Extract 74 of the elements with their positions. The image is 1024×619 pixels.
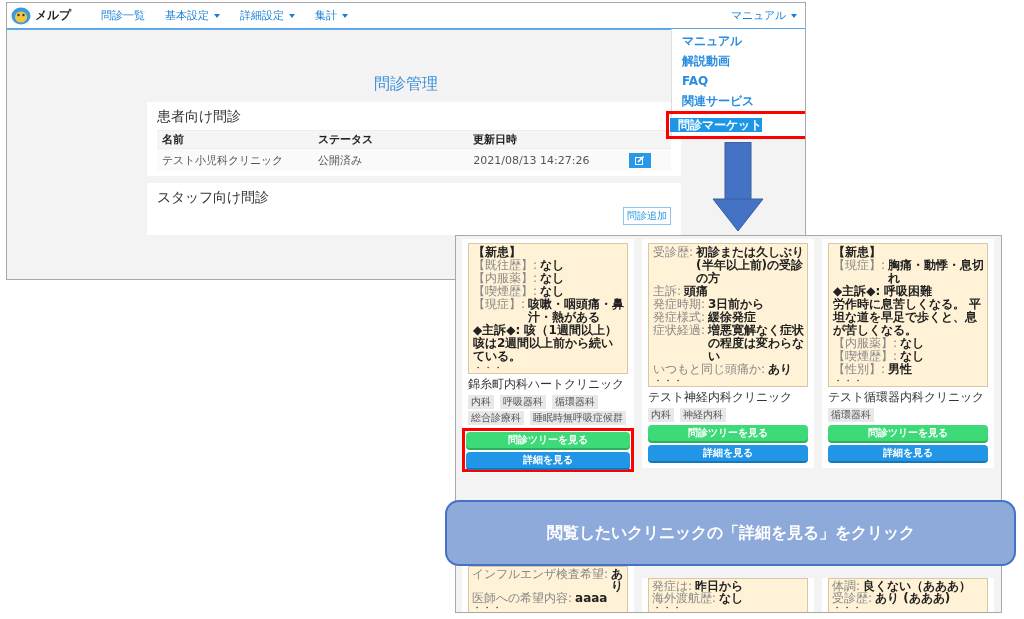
preview-line: 【内服薬】: なし [473, 272, 566, 285]
preview-line: いつもと同じ頭痛か: あり [653, 363, 794, 376]
tree-button[interactable]: 問診ツリーを見る [648, 425, 808, 441]
detail-button[interactable]: 詳細を見る [648, 445, 808, 461]
tree-button[interactable]: 問診ツリーを見る [828, 425, 988, 441]
preview-line: 咳は2週間以上前から続いている。 [473, 337, 615, 363]
preview-line: 【喫煙歴】: なし [833, 350, 926, 363]
tag: 循環器科 [552, 395, 598, 409]
add-button[interactable]: 問診追加 [623, 207, 671, 225]
preview-line: 医師への希望内容: aaaa [472, 592, 609, 604]
table-cell-text: 2021/08/13 14:27:26 [472, 153, 591, 167]
clinic-name: テスト循環器内科クリニック [828, 390, 985, 405]
column-header: 更新日時 [472, 132, 519, 147]
ellipsis: ・・・ [833, 376, 864, 386]
preview-line: ◆主訴◆: 呼吸困難 [833, 285, 934, 298]
preview-line: 発症様式: 緩徐発症 [653, 311, 757, 324]
menu-item[interactable]: 関連サービス [672, 91, 805, 111]
preview-line: 労作時に息苦しくなる。 平坦な道を早足で歩くと、息が苦しくなる。 [833, 298, 983, 337]
preview-line: 海外渡航歴: なし [652, 592, 745, 604]
nav-menu[interactable]: 詳細設定 [240, 8, 295, 23]
detail-button[interactable]: 詳細を見る [828, 445, 988, 461]
tag: 内科 [468, 395, 494, 409]
menu-item[interactable]: FAQ [672, 71, 805, 91]
preview-line: 【新患】 [833, 246, 882, 259]
preview-line: 受診歴: あり (あああ) [832, 592, 951, 604]
preview-line: 【現症】: 胸痛・動悸・息切れ [833, 259, 985, 285]
ellipsis: ・・・ [473, 363, 504, 373]
preview-line: 【現症】: 咳嗽・咽頭痛・鼻汁・熱がある [473, 298, 625, 324]
nav-menu[interactable]: マニュアル [731, 8, 797, 23]
ellipsis: ・・・ [472, 604, 503, 612]
preview-line: 症状経過: 増悪寛解なく症状の程度は変わらない [653, 324, 805, 363]
tag: 循環器科 [828, 408, 874, 422]
down-arrow-icon [712, 142, 764, 232]
brand-name: メルプ [35, 7, 71, 24]
section-title: スタッフ向け問診 [157, 189, 270, 207]
nav-menu[interactable]: 基本設定 [165, 8, 220, 23]
preview-line: 【新患】 [473, 246, 522, 259]
tag: 睡眠時無呼吸症候群 [530, 411, 626, 425]
section-title: 患者向け問診 [157, 108, 242, 126]
ellipsis: ・・・ [652, 604, 682, 612]
tag: 内科 [648, 408, 674, 422]
edit-button[interactable] [628, 152, 651, 168]
preview-line: 発症は: 昨日から [652, 580, 745, 592]
page-title: 問診管理 [374, 74, 438, 95]
detail-button[interactable]: 詳細を見る [466, 452, 630, 468]
callout-text: 閲覧したいクリニックの「詳細を見る」をクリック [546, 522, 915, 544]
menu-item[interactable]: 解説動画 [672, 51, 805, 71]
column-header: ステータス [316, 132, 374, 147]
clinic-name: 錦糸町内科ハートクリニック [468, 377, 625, 392]
nav-menu[interactable]: 集計 [315, 8, 348, 23]
logo-icon [11, 6, 31, 25]
tag: 総合診療科 [468, 411, 524, 425]
menu-item[interactable]: 問診マーケット [670, 118, 762, 132]
ellipsis: ・・・ [653, 376, 684, 386]
preview-line: 受診歴: 初診または久しぶり(半年以上前)の受診の方 [653, 246, 805, 285]
tag: 呼吸器科 [500, 395, 546, 409]
preview-line: 体調: 良くない（あああ） [832, 580, 973, 592]
ellipsis: ・・・ [832, 604, 862, 612]
pencil-icon [635, 155, 645, 165]
clinic-name: テスト神経内科クリニック [648, 390, 793, 405]
table-cell-text: テスト小児科クリニック [161, 152, 284, 168]
preview-line: ◆主訴◆: 咳（1週間以上） [473, 324, 618, 337]
tag: 神経内科 [680, 408, 726, 422]
table-cell-text: 公開済み [316, 152, 363, 168]
menu-item[interactable]: マニュアル [672, 31, 805, 51]
nav-menu[interactable]: 問診一覧 [101, 8, 145, 23]
preview-line: 【性別】: 男性 [833, 363, 914, 376]
preview-line: 【喫煙歴】: なし [473, 285, 565, 298]
preview-line: 【既往歴】: なし [473, 259, 566, 272]
preview-line: 主訴: 頭痛 [653, 285, 710, 298]
preview-line: 発症時期: 3日前から [653, 298, 766, 311]
column-header: 名前 [161, 132, 185, 147]
preview-line: 【内服薬】: なし [833, 337, 926, 350]
tree-button[interactable]: 問診ツリーを見る [466, 432, 630, 448]
